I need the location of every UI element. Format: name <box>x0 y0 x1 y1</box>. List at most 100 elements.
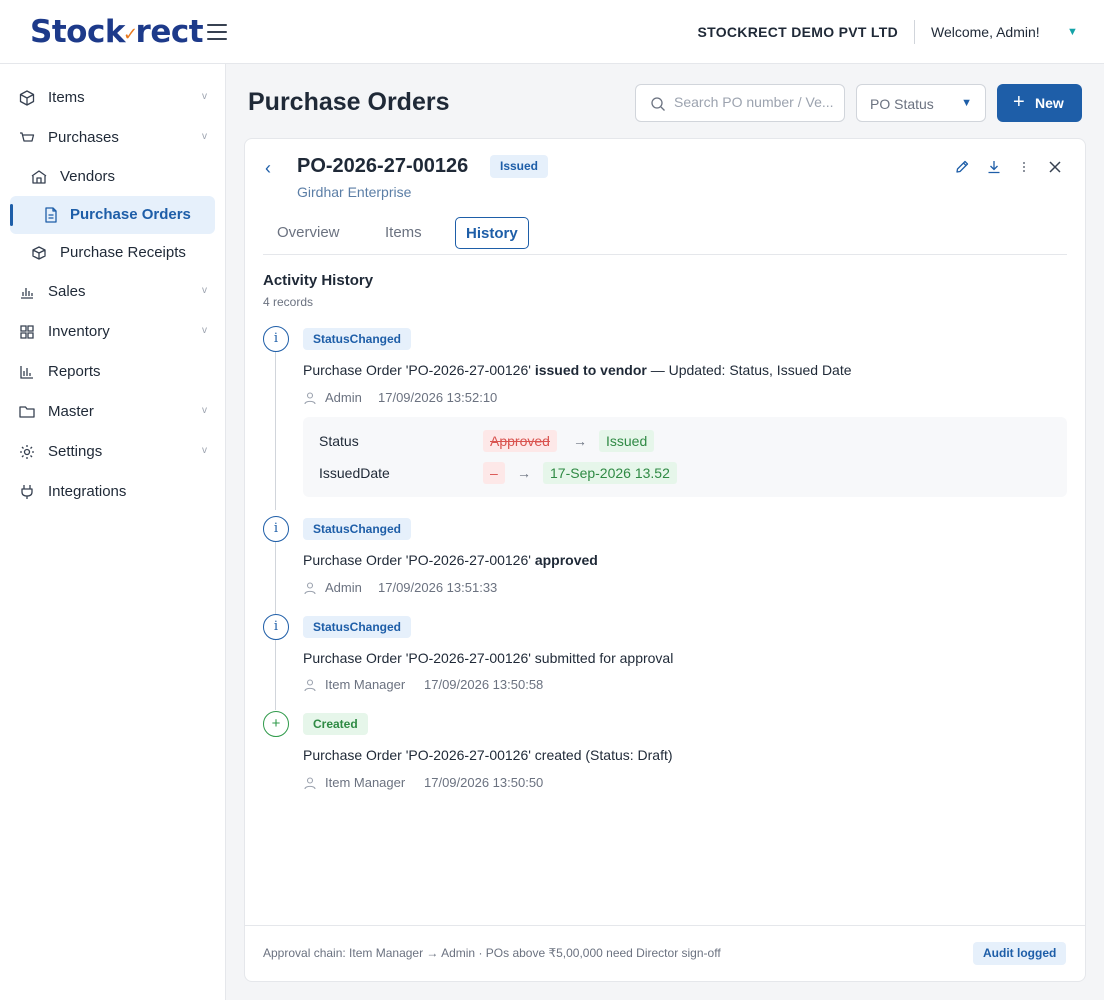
plus-icon: + <box>263 711 289 737</box>
gear-icon <box>20 445 34 459</box>
sidebar-item-label: Reports <box>48 363 101 380</box>
approval-chain-note: Approval chain: Item Manager → Admin · P… <box>263 946 721 960</box>
cube-icon <box>19 90 35 106</box>
status-changed-tag: StatusChanged <box>303 616 412 638</box>
more-options-icon[interactable] <box>1016 159 1032 175</box>
change-new-value: Issued <box>599 430 655 452</box>
records-count: 4 records <box>263 295 314 309</box>
sidebar-item-label: Settings <box>48 443 103 460</box>
folder-icon <box>19 406 35 418</box>
history-user: Admin <box>325 580 362 595</box>
sidebar-item-label: Master <box>48 403 94 420</box>
plus-icon: + <box>1013 91 1025 113</box>
history-message: Purchase Order 'PO-2026-27-00126' issued… <box>303 362 852 378</box>
back-chevron-icon[interactable]: ‹ <box>265 158 271 179</box>
new-button[interactable]: + New <box>997 84 1082 122</box>
change-old-value: – <box>483 462 505 484</box>
sidebar-item-vendors[interactable]: Vendors <box>10 158 215 196</box>
welcome-text[interactable]: Welcome, Admin! <box>931 24 1040 40</box>
sidebar-item-purchase-orders[interactable]: Purchase Orders <box>10 196 215 234</box>
caret-down-icon: ▼ <box>961 97 972 109</box>
search-input[interactable] <box>674 94 839 110</box>
history-timestamp: 17/09/2026 13:50:50 <box>424 775 544 790</box>
status-changed-tag: StatusChanged <box>303 518 412 540</box>
new-button-label: New <box>1035 95 1064 111</box>
history-user: Item Manager <box>325 775 406 790</box>
header-divider <box>914 20 915 44</box>
sidebar-item-reports[interactable]: Reports <box>10 353 215 391</box>
status-badge: Issued <box>490 155 549 178</box>
sidebar-item-sales[interactable]: Sales v <box>10 273 215 311</box>
activity-history-title: Activity History <box>263 272 374 289</box>
chevron-down-icon: v <box>202 445 207 456</box>
search-icon <box>651 97 665 111</box>
page-title: Purchase Orders <box>248 88 450 116</box>
store-icon <box>31 170 47 184</box>
tab-items[interactable]: Items <box>385 217 422 249</box>
change-field-name: Status <box>319 433 359 449</box>
search-box[interactable] <box>635 84 845 122</box>
sidebar-item-purchases[interactable]: Purchases v <box>10 119 215 157</box>
sidebar-item-integrations[interactable]: Integrations <box>10 473 215 511</box>
history-timestamp: 17/09/2026 13:50:58 <box>424 677 544 692</box>
po-status-select[interactable]: PO Status ▼ <box>856 84 986 122</box>
edit-pencil-icon[interactable] <box>954 159 970 175</box>
chevron-down-icon: v <box>202 405 207 416</box>
tabs-divider <box>263 254 1067 255</box>
history-timestamp: 17/09/2026 13:52:10 <box>378 390 498 405</box>
vendor-name[interactable]: Girdhar Enterprise <box>297 184 411 200</box>
tab-history[interactable]: History <box>455 217 529 249</box>
active-indicator <box>10 204 13 226</box>
menu-icon[interactable] <box>207 24 227 40</box>
history-user: Admin <box>325 390 362 405</box>
change-old-value: Approved <box>483 430 557 452</box>
arrow-right-icon: → <box>573 433 587 449</box>
timeline-connector <box>275 640 276 710</box>
po-number: PO-2026-27-00126 <box>297 155 469 177</box>
sidebar-item-master[interactable]: Master v <box>10 393 215 431</box>
sidebar-item-items[interactable]: Items v <box>10 79 215 117</box>
history-user: Item Manager <box>325 677 406 692</box>
created-tag: Created <box>303 713 368 735</box>
tab-overview[interactable]: Overview <box>277 217 340 249</box>
changes-box: Status Approved → Issued IssuedDate – → … <box>303 417 1067 497</box>
chevron-down-icon: v <box>202 325 207 336</box>
history-message: Purchase Order 'PO-2026-27-00126' approv… <box>303 552 598 568</box>
user-icon <box>304 392 316 405</box>
close-icon[interactable] <box>1047 159 1063 175</box>
chevron-down-icon: v <box>202 91 207 102</box>
grid-icon <box>20 325 34 339</box>
sidebar-item-label: Purchase Orders <box>70 206 191 223</box>
box-icon <box>32 246 46 260</box>
sidebar: Items v Purchases v Vendors Purchase Ord… <box>0 64 226 1000</box>
sidebar-item-inventory[interactable]: Inventory v <box>10 313 215 351</box>
info-icon: i <box>263 516 289 542</box>
user-icon <box>304 777 316 790</box>
timeline-connector <box>275 352 276 510</box>
user-menu-caret-icon[interactable]: ▼ <box>1067 26 1078 38</box>
arrow-right-icon: → <box>517 465 531 481</box>
plug-icon <box>21 485 33 499</box>
sidebar-item-label: Vendors <box>60 168 116 185</box>
sidebar-item-purchase-receipts[interactable]: Purchase Receipts <box>10 234 215 272</box>
bar-chart-icon <box>21 288 33 299</box>
audit-logged-badge: Audit logged <box>973 942 1067 965</box>
document-icon <box>45 207 57 223</box>
top-bar: Stock✓rect STOCKRECT DEMO PVT LTD Welcom… <box>0 0 1104 64</box>
download-icon[interactable] <box>986 159 1002 175</box>
sidebar-item-label: Items <box>48 89 85 106</box>
timeline-connector <box>275 542 276 614</box>
info-icon: i <box>263 326 289 352</box>
footer-divider <box>245 925 1085 926</box>
status-changed-tag: StatusChanged <box>303 328 412 350</box>
chevron-down-icon: v <box>202 131 207 142</box>
user-icon <box>304 679 316 692</box>
chevron-down-icon: v <box>202 285 207 296</box>
sidebar-item-label: Purchase Receipts <box>60 244 186 261</box>
logo[interactable]: Stock✓rect <box>30 14 204 50</box>
po-status-value: PO Status <box>870 96 934 112</box>
sidebar-item-settings[interactable]: Settings v <box>10 433 215 471</box>
change-field-name: IssuedDate <box>319 465 390 481</box>
change-new-value: 17-Sep-2026 13.52 <box>543 462 677 484</box>
sidebar-item-label: Integrations <box>48 483 127 500</box>
